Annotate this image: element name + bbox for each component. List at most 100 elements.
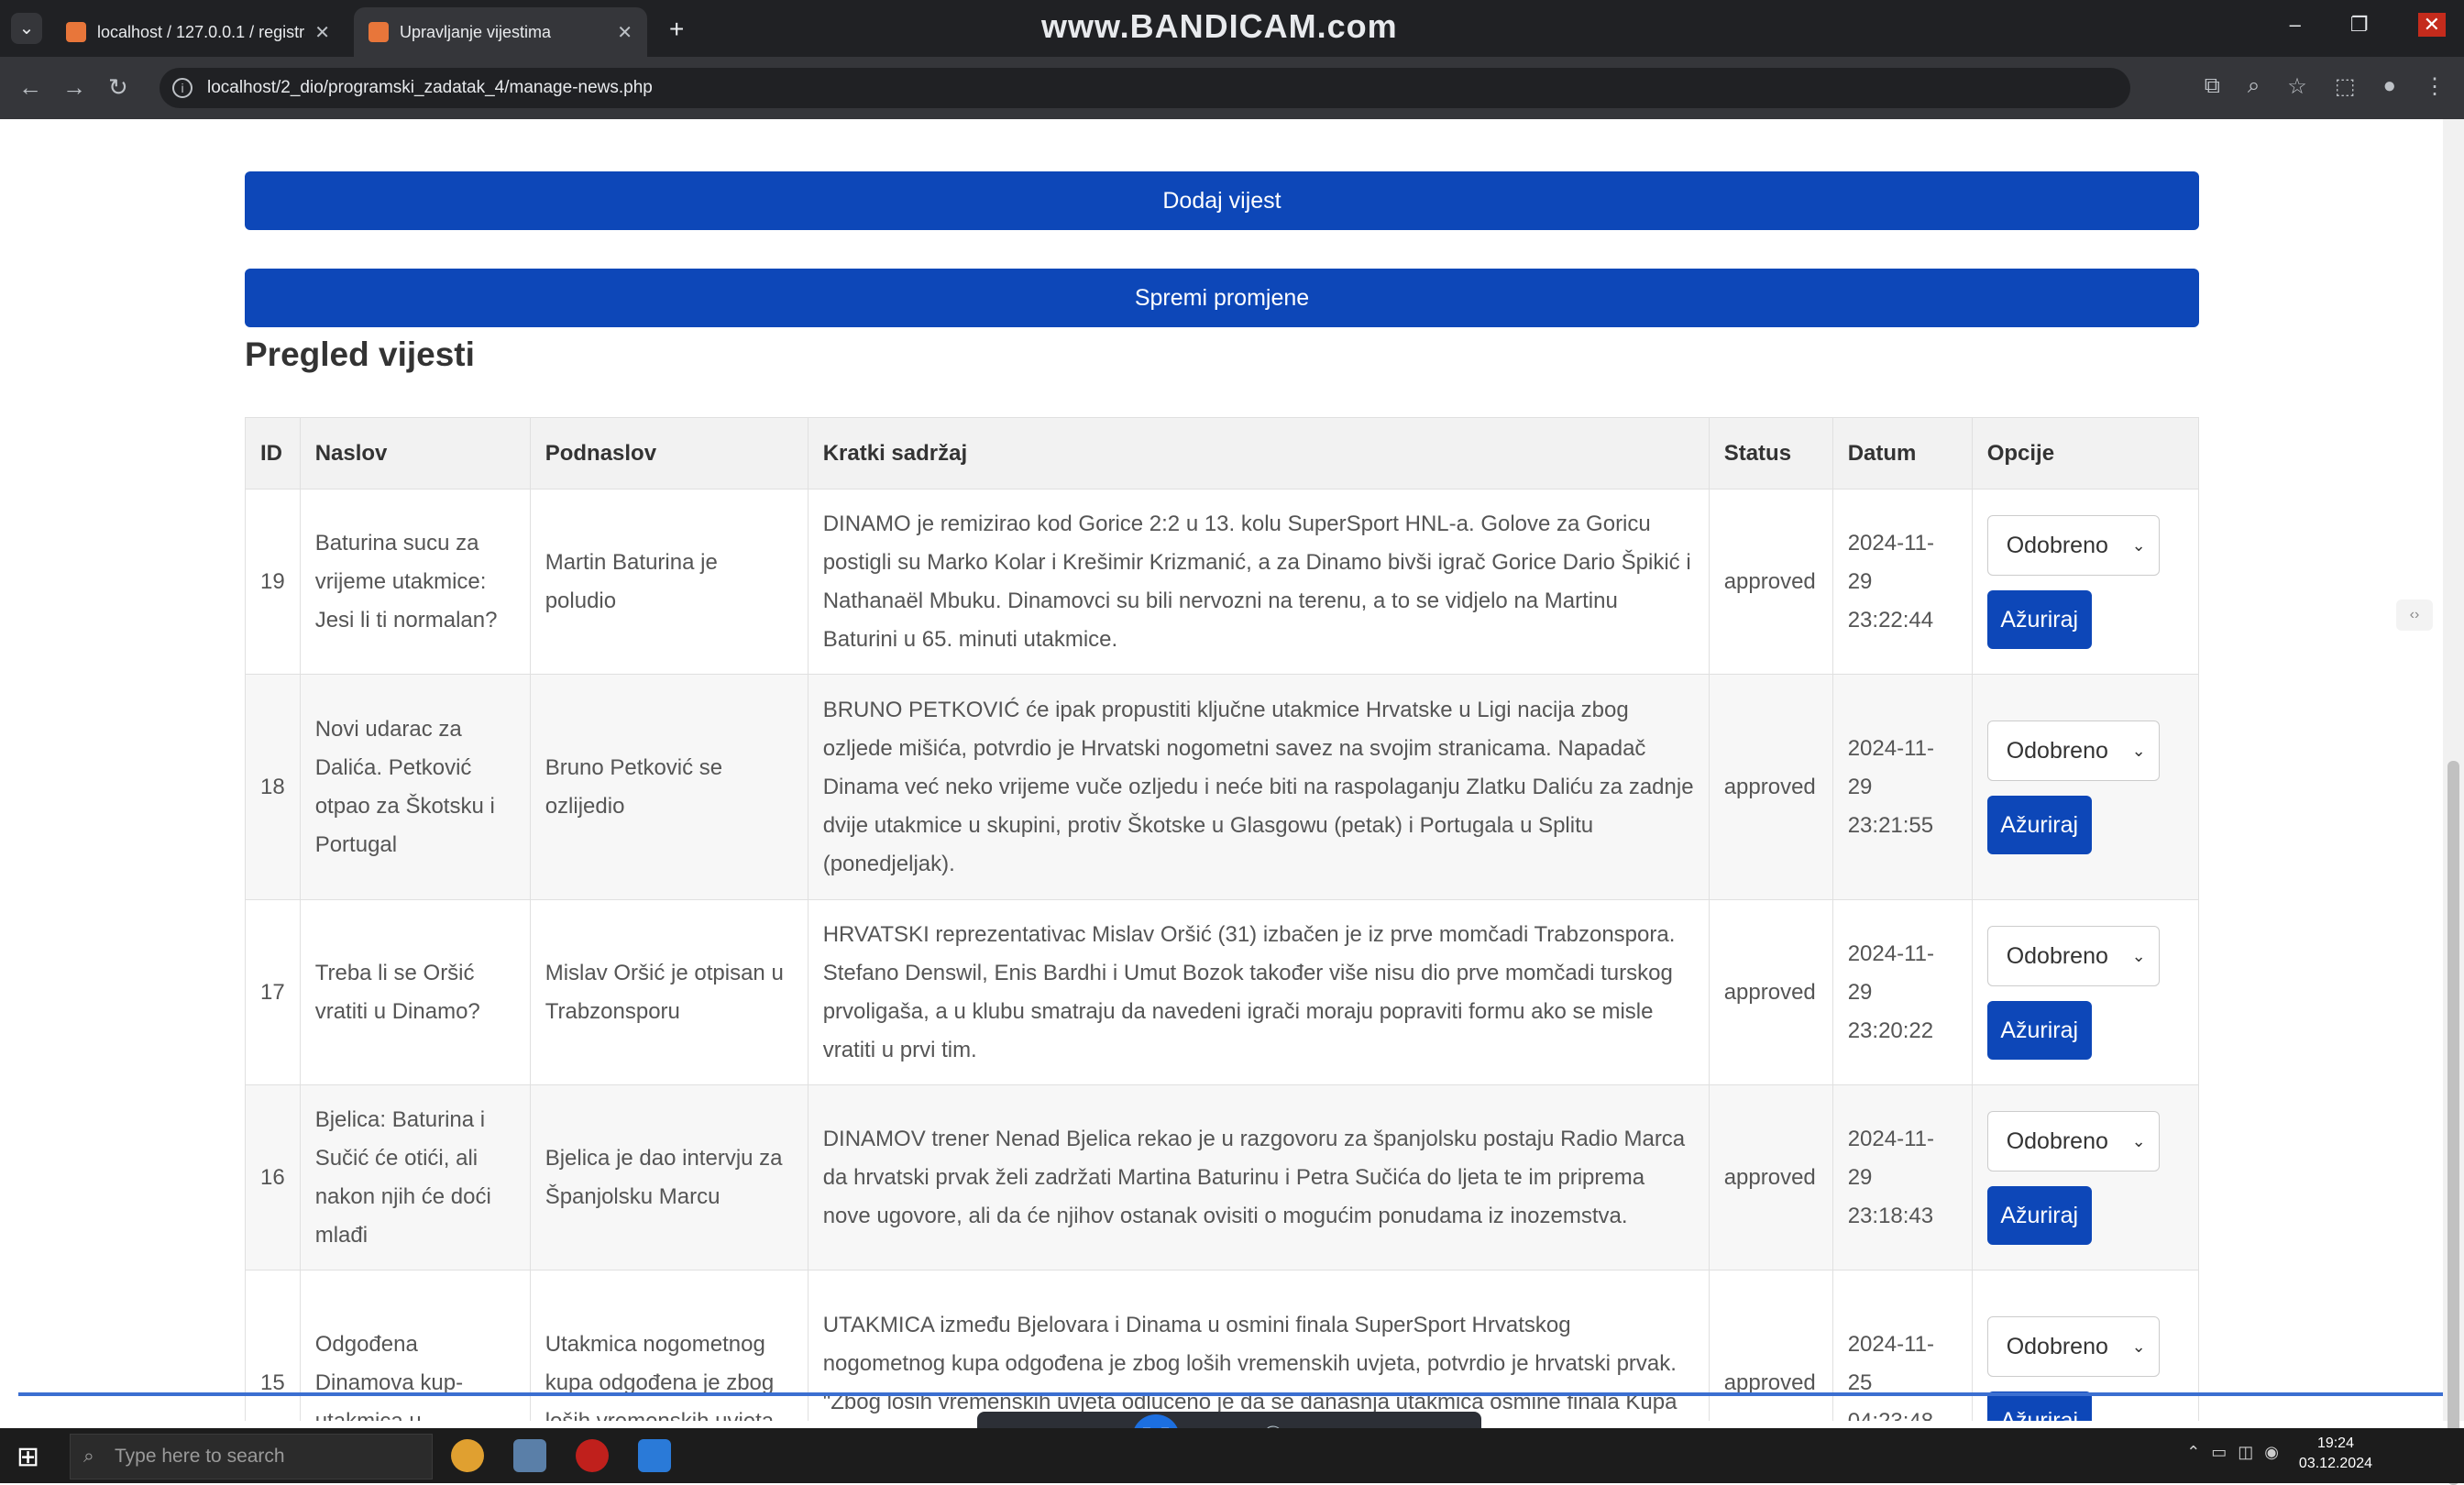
page-favicon-icon [368,22,389,42]
cell-id: 15 [245,1270,301,1421]
forward-icon[interactable]: → [62,73,86,102]
cell-options: Odobreno ⌄ Ažuriraj [1971,489,2200,675]
update-button[interactable]: Ažuriraj [1986,1185,2092,1245]
more-menu-icon[interactable]: ⋮ [2424,73,2446,100]
new-tab-icon[interactable]: + [669,15,684,44]
app-icon[interactable] [513,1439,546,1472]
reload-icon[interactable]: ↻ [108,73,128,102]
status-select[interactable]: Odobreno ⌄ [1986,925,2160,986]
save-changes-button[interactable]: Spremi promjene [245,269,2199,327]
cell-id: 18 [245,674,301,900]
column-header: Datum [1832,417,1973,490]
status-select[interactable]: Odobreno ⌄ [1986,514,2160,576]
chrome-app-icon[interactable] [451,1439,484,1472]
search-icon: ⌕ [83,1446,94,1467]
chevron-down-icon: ⌄ [2131,535,2146,555]
cell-subtitle: Utakmica nogometnog kupa odgođena je zbo… [529,1270,808,1421]
cell-summary: DINAMOV trener Nenad Bjelica rekao je u … [807,1084,1710,1270]
cell-subtitle: Mislav Oršić je otpisan u Trabzonsporu [529,899,808,1085]
cell-title: Odgođena Dinamova kup-utakmica u [299,1270,531,1421]
cell-date: 2024-11-29 23:18:43 [1832,1084,1973,1270]
scrollbar-thumb[interactable] [2448,761,2459,1485]
chevron-down-icon: ⌄ [2131,1131,2146,1150]
zoom-icon[interactable]: ⌕ [2248,73,2260,100]
translate-icon[interactable]: ⧉ [2205,73,2220,100]
cell-date: 2024-11-29 23:22:44 [1832,489,1973,675]
cell-summary: HRVATSKI reprezentativac Mislav Oršić (3… [807,899,1710,1085]
bandicam-watermark: www.BANDICAM.com [1041,7,1398,45]
column-header: Podnaslov [529,417,808,490]
cell-options: Odobreno ⌄ Ažuriraj [1971,674,2200,900]
cell-status: approved [1708,1084,1833,1270]
bookmark-star-icon[interactable]: ☆ [2287,73,2307,100]
cell-status: approved [1708,1270,1833,1421]
back-icon[interactable]: ← [18,73,42,102]
search-placeholder: Type here to search [115,1446,285,1467]
cell-summary: UTAKMICA između Bjelovara i Dinama u osm… [807,1270,1710,1421]
profile-avatar-icon[interactable]: ● [2383,73,2397,100]
tab-phpmyadmin[interactable]: localhost / 127.0.0.1 / registrac ✕ [51,7,345,57]
status-select[interactable]: Odobreno ⌄ [1986,1315,2160,1377]
cell-title: Treba li se Oršić vratiti u Dinamo? [299,899,531,1085]
column-header: Status [1708,417,1833,490]
window-controls: – ❐ ✕ [2290,13,2446,37]
restore-icon[interactable]: ❐ [2350,13,2369,37]
cell-options: Odobreno ⌄ Ažuriraj [1971,1084,2200,1270]
side-panel-toggle-icon[interactable]: ‹› [2396,600,2433,631]
column-header: Naslov [299,417,531,490]
update-button[interactable]: Ažuriraj [1986,795,2092,854]
chevron-down-icon: ⌄ [2131,741,2146,760]
status-select[interactable]: Odobreno ⌄ [1986,1110,2160,1172]
address-bar-row: ← → ↻ i localhost/2_dio/programski_zadat… [0,57,2464,119]
url-field[interactable]: i localhost/2_dio/programski_zadatak_4/m… [160,68,2130,108]
table-row: 15 Odgođena Dinamova kup-utakmica u Utak… [245,1270,2200,1421]
page-viewport: Dodaj vijest Spremi promjene Pregled vij… [0,119,2443,1421]
cell-summary: DINAMO je remizirao kod Gorice 2:2 u 13.… [807,489,1710,675]
toolbar-icons: ⧉ ⌕ ☆ ⬚ ● ⋮ [2205,73,2446,100]
minimize-icon[interactable]: – [2290,13,2301,37]
tab-manage-news[interactable]: Upravljanje vijestima ✕ [354,7,647,57]
cell-id: 16 [245,1084,301,1270]
cell-subtitle: Martin Baturina je poludio [529,489,808,675]
vscode-app-icon[interactable] [638,1439,671,1472]
add-news-button[interactable]: Dodaj vijest [245,171,2199,230]
page-scrollbar[interactable] [2443,119,2464,1485]
tab-title: localhost / 127.0.0.1 / registrac [97,22,306,41]
cell-title: Baturina sucu za vrijeme utakmice: Jesi … [299,489,531,675]
cell-status: approved [1708,899,1833,1085]
column-header: ID [245,417,301,490]
clock-time: 19:24 [2316,1436,2354,1451]
status-select[interactable]: Odobreno ⌄ [1986,720,2160,781]
cell-id: 19 [245,489,301,675]
window-close-icon[interactable]: ✕ [2417,13,2446,37]
cell-summary: BRUNO PETKOVIĆ će ipak propustiti ključn… [807,674,1710,900]
tab-search-icon[interactable]: ⌄ [11,13,42,44]
clock-date: 03.12.2024 [2298,1456,2372,1471]
system-tray-icons[interactable]: ⌃▭◫◉ [2186,1443,2290,1462]
windows-start-icon[interactable]: ⊞ [16,1441,39,1473]
extensions-icon[interactable]: ⬚ [2335,73,2356,100]
column-header: Opcije [1971,417,2200,490]
taskbar-search-input[interactable]: ⌕ Type here to search [70,1434,433,1480]
chevron-down-icon: ⌄ [2131,946,2146,965]
cell-title: Bjelica: Baturina i Sučić će otići, ali … [299,1084,531,1270]
cell-status: approved [1708,489,1833,675]
news-table: ID Naslov Podnaslov Kratki sadržaj Statu… [245,417,2200,1421]
cell-id: 17 [245,899,301,1085]
table-header-row: ID Naslov Podnaslov Kratki sadržaj Statu… [245,417,2200,490]
table-row: 16 Bjelica: Baturina i Sučić će otići, a… [245,1084,2200,1270]
taskbar-clock[interactable]: 19:24 03.12.2024 [2299,1434,2372,1474]
video-progress-bar[interactable] [18,1392,2443,1396]
cell-date: 2024-11-29 23:21:55 [1832,674,1973,900]
cell-date: 2024-11-25 04:23:48 [1832,1270,1973,1421]
cell-options: Odobreno ⌄ Ažuriraj [1971,1270,2200,1421]
site-info-icon[interactable]: i [172,78,192,98]
update-button[interactable]: Ažuriraj [1986,1000,2092,1060]
close-icon[interactable]: ✕ [617,21,632,44]
update-button[interactable]: Ažuriraj [1986,589,2092,649]
close-icon[interactable]: ✕ [314,21,330,44]
cell-options: Odobreno ⌄ Ažuriraj [1971,899,2200,1085]
column-header: Kratki sadržaj [807,417,1710,490]
bandicam-app-icon[interactable] [576,1439,609,1472]
table-row: 19 Baturina sucu za vrijeme utakmice: Je… [245,489,2200,675]
